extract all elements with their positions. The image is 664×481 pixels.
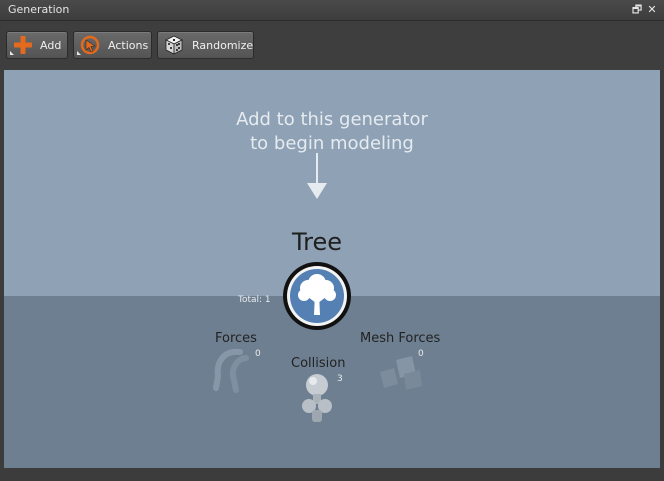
actions-button-label: Actions <box>108 39 149 52</box>
plus-icon <box>14 36 32 54</box>
generator-canvas[interactable]: Add to this generator to begin modeling … <box>4 70 660 468</box>
empty-hint: Add to this generator to begin modeling <box>132 108 532 156</box>
root-node-title: Tree <box>291 228 342 256</box>
forces-label: Forces <box>215 331 257 346</box>
magnet-icon[interactable] <box>210 346 256 394</box>
randomize-button-label: Randomize <box>192 39 254 52</box>
add-button[interactable]: Add <box>6 31 68 59</box>
hint-line-2: to begin modeling <box>250 133 414 154</box>
window-title: Generation <box>8 3 70 16</box>
tree-node-button[interactable] <box>282 261 352 331</box>
actions-button[interactable]: Actions <box>73 31 152 59</box>
collision-icon[interactable] <box>298 372 336 424</box>
add-button-label: Add <box>40 39 62 52</box>
actions-icon <box>80 35 100 55</box>
dropdown-corner-icon <box>10 51 14 55</box>
dice-icon <box>165 35 183 55</box>
down-arrow-icon <box>307 153 327 199</box>
window-titlebar: Generation 🗗 ✕ <box>0 0 664 21</box>
mesh-forces-label: Mesh Forces <box>360 331 441 346</box>
root-node-total: Total: 1 <box>238 295 271 305</box>
dropdown-corner-icon <box>77 51 81 55</box>
close-icon[interactable]: ✕ <box>645 2 659 18</box>
mesh-forces-icon[interactable] <box>376 350 426 394</box>
toolbar: Add Actions Randomize <box>0 21 664 70</box>
randomize-button[interactable]: Randomize <box>157 31 254 59</box>
collision-label: Collision <box>291 356 346 371</box>
restore-window-icon[interactable]: 🗗 <box>630 2 644 18</box>
collision-count: 3 <box>337 374 343 384</box>
hint-line-1: Add to this generator <box>236 109 428 130</box>
